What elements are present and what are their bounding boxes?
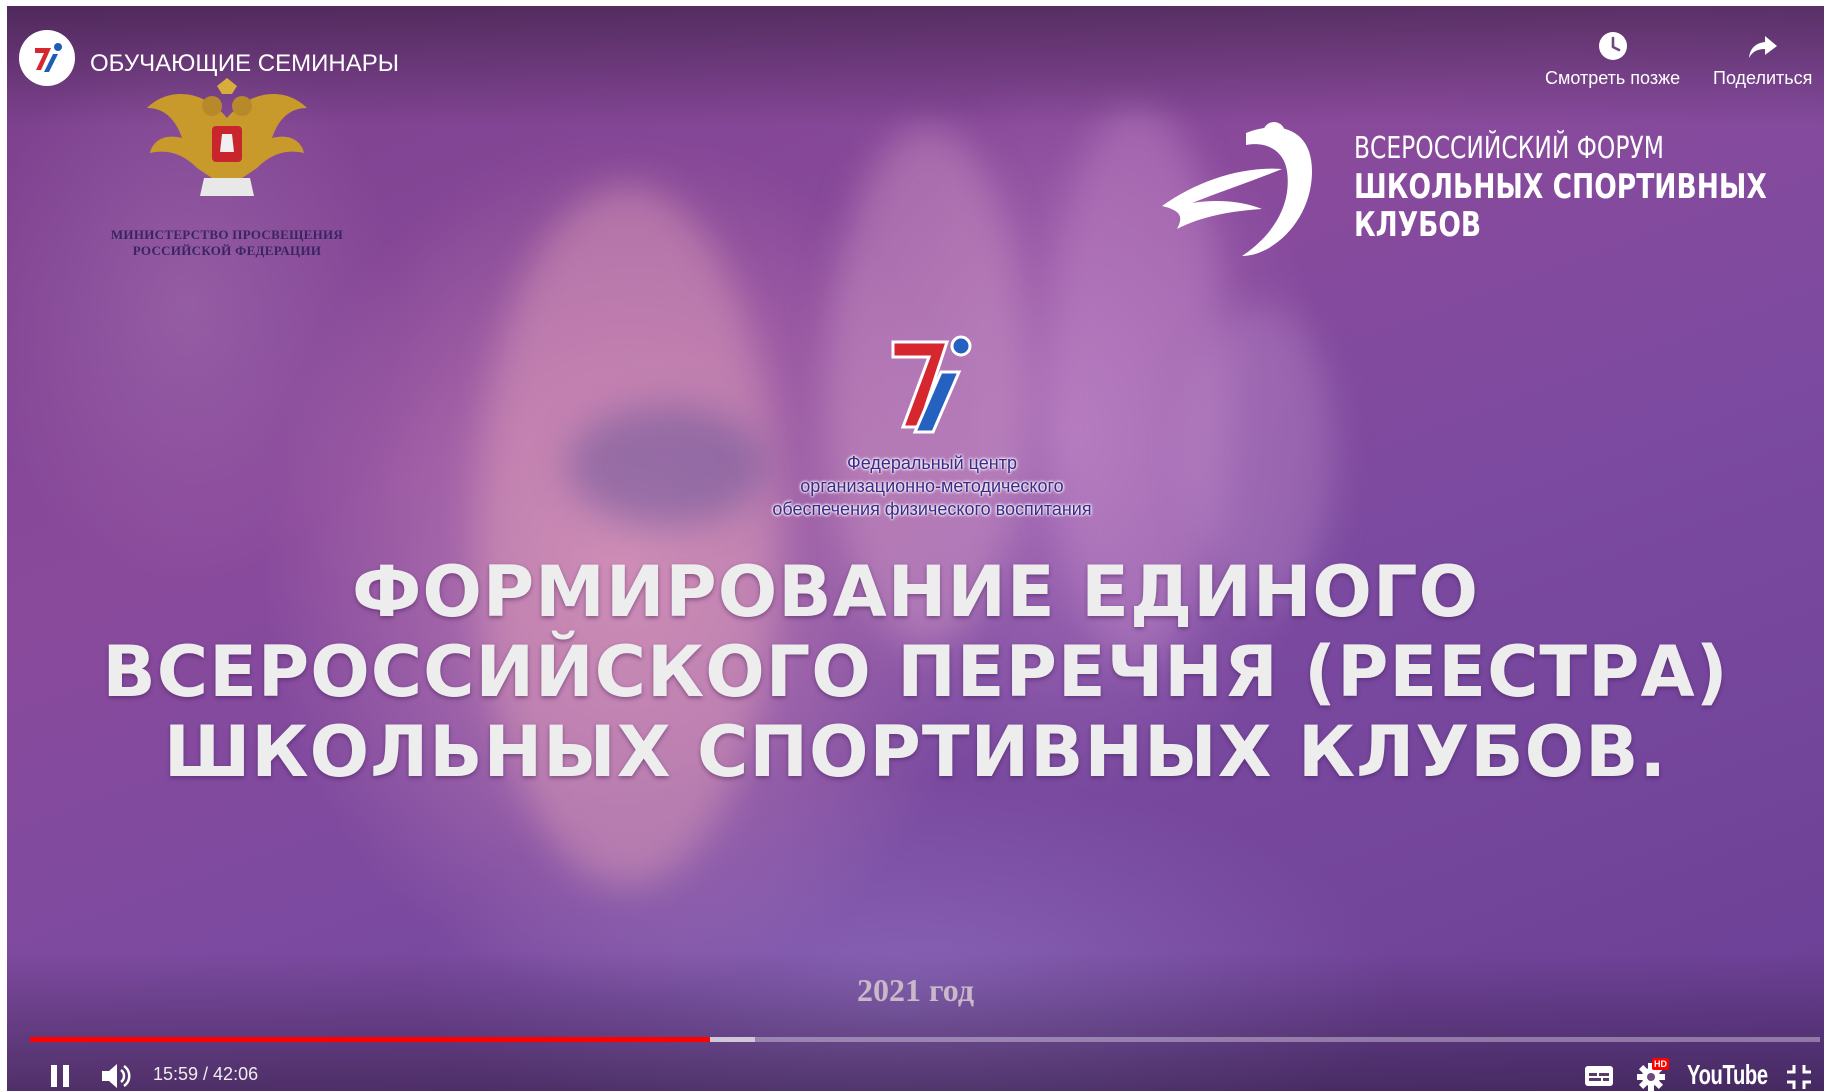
watch-later-button[interactable]: Смотреть позже [1545, 30, 1680, 89]
forum-title: ВСЕРОССИЙСКИЙ ФОРУМ ШКОЛЬНЫХ СПОРТИВНЫХ … [1354, 130, 1767, 244]
ministry-caption: МИНИСТЕРСТВО ПРОСВЕЩЕНИЯ РОССИЙСКОЙ ФЕДЕ… [97, 227, 357, 259]
share-button[interactable]: Поделиться [1713, 30, 1812, 89]
center-line-2: организационно-методического [800, 476, 1064, 496]
slide-headline: ФОРМИРОВАНИЕ ЕДИНОГО ВСЕРОССИЙСКОГО ПЕРЕ… [7, 552, 1824, 792]
time-display: 15:59 / 42:06 [153, 1064, 259, 1084]
channel-7i-logo-icon [35, 43, 62, 72]
forum-line-3: КЛУБОВ [1354, 205, 1482, 245]
ministry-line-1: МИНИСТЕРСТВО ПРОСВЕЩЕНИЯ [110, 227, 344, 242]
center-line-3: обеспечения физического воспитания [772, 499, 1092, 519]
settings-button[interactable]: HD [1636, 1058, 1676, 1091]
volume-icon[interactable] [99, 1061, 133, 1091]
progress-bar[interactable] [30, 1037, 1820, 1042]
headline-line-3: ШКОЛЬНЫХ СПОРТИВНЫХ КЛУБОВ. [163, 711, 1668, 793]
federal-center-7i-logo-icon [891, 335, 972, 434]
video-title[interactable]: ОБУЧАЮЩИЕ СЕМИНАРЫ [90, 50, 399, 78]
headline-line-1: ФОРМИРОВАНИЕ ЕДИНОГО [351, 551, 1480, 633]
exit-fullscreen-icon[interactable] [1785, 1063, 1813, 1091]
double-headed-eagle-emblem-icon [147, 78, 307, 196]
watch-later-label: Смотреть позже [1545, 68, 1681, 88]
youtube-logo-link[interactable]: YouTube [1687, 1059, 1768, 1091]
progress-played [30, 1037, 711, 1042]
slide-year: 2021 год [857, 972, 974, 1008]
video-player[interactable]: ОБУЧАЮЩИЕ СЕМИНАРЫ Смотреть позже Подели… [7, 6, 1824, 1091]
ministry-line-2: РОССИЙСКОЙ ФЕДЕРАЦИИ [132, 243, 322, 258]
share-arrow-icon [1748, 36, 1777, 58]
pause-icon[interactable] [45, 1061, 75, 1091]
forum-line-2: ШКОЛЬНЫХ СПОРТИВНЫХ [1354, 167, 1767, 207]
forum-line-1: ВСЕРОССИЙСКИЙ ФОРУМ [1354, 131, 1664, 166]
channel-avatar[interactable] [19, 30, 75, 86]
center-line-1: Федеральный центр [847, 453, 1017, 473]
hd-badge: HD [1652, 1058, 1669, 1070]
federal-center-caption: Федеральный центр организационно-методич… [707, 452, 1157, 521]
clock-icon [1598, 32, 1627, 60]
share-label: Поделиться [1713, 68, 1813, 88]
forum-swoosh-logo-icon [1162, 122, 1312, 257]
headline-line-2: ВСЕРОССИЙСКОГО ПЕРЕЧНЯ (РЕЕСТРА) [102, 631, 1729, 713]
subtitles-icon[interactable] [1584, 1064, 1614, 1088]
